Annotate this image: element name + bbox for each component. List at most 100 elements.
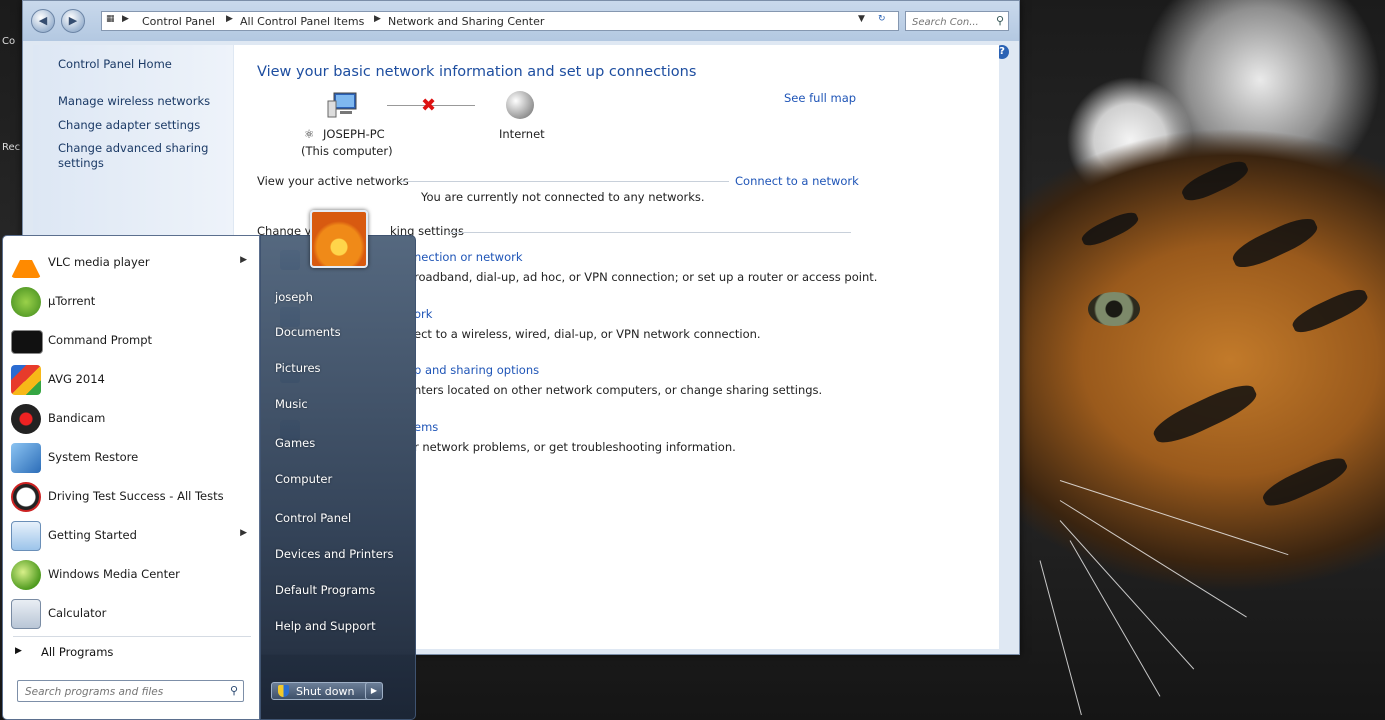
program-label: µTorrent [48,294,96,308]
program-label: Command Prompt [48,333,153,347]
all-programs-button[interactable]: All Programs [41,645,113,659]
change-sharing-link[interactable]: Change advanced sharing [58,141,208,155]
start-menu: VLC media player ▶ µTorrent Command Prom… [2,235,416,720]
program-label: Driving Test Success - All Tests [48,489,224,503]
breadcrumb-control-panel[interactable]: Control Panel [142,15,215,28]
divider [13,636,251,637]
disconnected-x-icon[interactable]: ✖ [421,95,436,116]
avg-icon [11,365,41,395]
tiger-stripe [1149,378,1261,450]
breadcrumb-separator-icon[interactable]: ▶ [374,14,381,24]
start-search-input[interactable] [23,682,225,702]
system-restore-icon [11,443,41,473]
default-programs-link[interactable]: Default Programs [275,583,375,597]
setting-description: roadband, dial-up, ad hoc, or VPN connec… [414,270,878,284]
control-panel-home-link[interactable]: Control Panel Home [58,57,172,71]
search-input[interactable] [910,13,992,31]
shield-icon [278,685,289,697]
documents-link[interactable]: Documents [275,325,341,339]
submenu-arrow-icon: ▶ [240,255,247,265]
utorrent-icon [11,287,41,317]
programs-pane: VLC media player ▶ µTorrent Command Prom… [2,235,260,720]
program-item[interactable]: Bandicam [7,401,255,437]
computer-link[interactable]: Computer [275,472,332,486]
page-title: View your basic network information and … [257,64,697,80]
shutdown-button[interactable]: Shut down [271,682,371,700]
refresh-icon[interactable]: ↻ [878,14,886,24]
program-item[interactable]: Command Prompt [7,323,255,359]
connect-network-setting-link[interactable]: ork [414,307,432,321]
help-support-link[interactable]: Help and Support [275,619,376,633]
network-status-icon: ⚛ [304,127,315,141]
program-item[interactable]: µTorrent [7,284,255,320]
user-folder-link[interactable]: joseph [275,290,313,304]
shutdown-options-arrow-icon[interactable]: ▶ [365,682,383,700]
search-icon[interactable]: ⚲ [996,14,1004,27]
pictures-link[interactable]: Pictures [275,361,321,375]
address-bar[interactable]: ▦ ▶ Control Panel ▶ All Control Panel It… [101,11,899,31]
music-link[interactable]: Music [275,397,308,411]
devices-printers-link[interactable]: Devices and Printers [275,547,394,561]
internet-label: Internet [499,127,545,141]
vlc-icon [11,248,41,278]
program-item[interactable]: Getting Started ▶ [7,518,255,554]
change-sharing-link-cont[interactable]: settings [58,156,104,170]
not-connected-text: You are currently not connected to any n… [421,190,705,204]
program-label: VLC media player [48,255,150,269]
tiger-stripe [1178,156,1252,206]
places-pane: joseph Documents Pictures Music Games Co… [260,235,416,720]
breadcrumb-all-items[interactable]: All Control Panel Items [240,15,364,28]
search-icon[interactable]: ⚲ [230,684,238,697]
tiger-stripe [1259,452,1351,512]
tiger-eye [1088,292,1140,326]
program-item[interactable]: VLC media player ▶ [7,245,255,281]
setup-connection-link[interactable]: nection or network [414,250,523,264]
command-prompt-icon [11,330,43,354]
control-panel-link[interactable]: Control Panel [275,511,351,525]
bandicam-icon [11,404,41,434]
troubleshoot-link[interactable]: ems [414,420,438,434]
control-panel-icon: ▦ [106,14,115,24]
program-label: Windows Media Center [48,567,180,581]
program-item[interactable]: System Restore [7,440,255,476]
computer-icon[interactable] [326,91,358,119]
back-button[interactable]: ◀ [31,9,55,33]
breadcrumb-separator-icon[interactable]: ▶ [122,14,129,24]
breadcrumb-network-center[interactable]: Network and Sharing Center [388,15,544,28]
setting-description: nters located on other network computers… [414,383,823,397]
driving-test-icon [11,482,41,512]
program-item[interactable]: Driving Test Success - All Tests [7,479,255,515]
tiger-stripe [1228,212,1322,274]
program-item[interactable]: Calculator [7,596,255,632]
active-networks-label: View your active networks [257,174,409,188]
manage-wireless-link[interactable]: Manage wireless networks [58,94,210,108]
program-label: System Restore [48,450,139,464]
navigation-bar: ◀ ▶ ▦ ▶ Control Panel ▶ All Control Pane… [23,1,1019,41]
program-item[interactable]: AVG 2014 [7,362,255,398]
shutdown-label: Shut down [296,685,355,698]
search-box[interactable]: ⚲ [905,11,1009,31]
breadcrumb-separator-icon[interactable]: ▶ [226,14,233,24]
tiger-stripe [1289,284,1371,338]
start-search-box[interactable]: ⚲ [17,680,244,702]
submenu-arrow-icon: ▶ [240,528,247,538]
all-programs-arrow-icon: ▶ [15,646,22,656]
media-center-icon [11,560,41,590]
desktop-icon-label[interactable]: Co [2,36,15,47]
user-account-picture[interactable] [310,210,368,268]
desktop-icon-label[interactable]: Rec [2,142,20,153]
connect-network-link[interactable]: Connect to a network [735,174,859,188]
computer-name: JOSEPH-PC [323,127,385,141]
whisker [1059,480,1289,556]
program-label: Bandicam [48,411,106,425]
homegroup-sharing-link[interactable]: p and sharing options [414,363,539,377]
address-dropdown-icon[interactable]: ▼ [858,14,865,24]
program-item[interactable]: Windows Media Center [7,557,255,593]
change-adapter-link[interactable]: Change adapter settings [58,118,200,132]
calculator-icon [11,599,41,629]
see-full-map-link[interactable]: See full map [784,91,856,105]
games-link[interactable]: Games [275,436,315,450]
forward-button[interactable]: ▶ [61,9,85,33]
whisker [1059,500,1247,618]
internet-globe-icon[interactable] [506,91,534,119]
